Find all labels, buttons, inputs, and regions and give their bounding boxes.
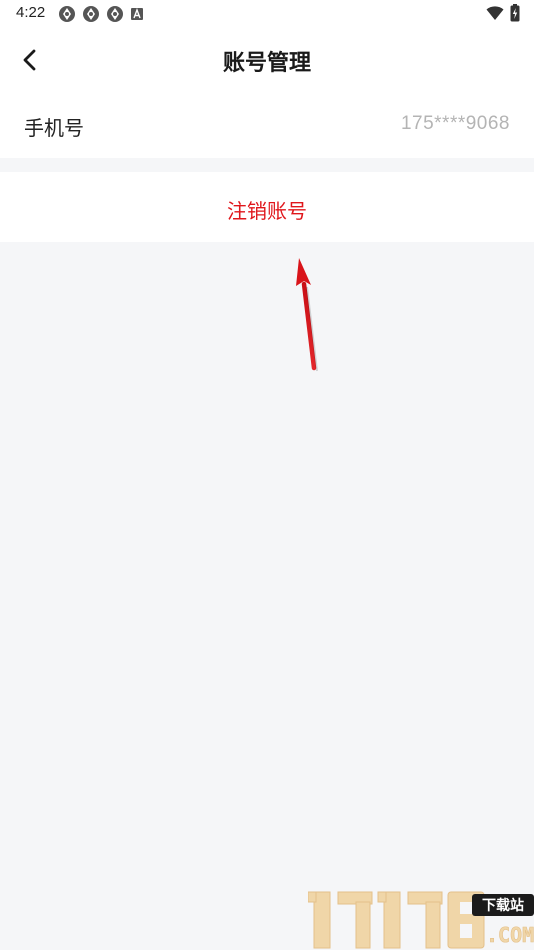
- status-bar: 4:22: [0, 0, 534, 28]
- delete-account-button[interactable]: 注销账号: [0, 172, 534, 242]
- sync-icon: [59, 6, 75, 22]
- app-header: 账号管理: [0, 28, 534, 92]
- watermark-suffix-text: .COM: [486, 923, 534, 947]
- phone-label: 手机号: [24, 116, 84, 140]
- phone-number-row: 手机号 175****9068: [0, 92, 534, 158]
- status-system-icons: [486, 4, 520, 22]
- watermark-badge-text: 下载站: [482, 897, 524, 914]
- status-time: 4:22: [16, 4, 46, 21]
- site-watermark-logo: 下载站 .COM: [308, 891, 534, 949]
- a-box-icon: [131, 8, 143, 20]
- account-management-screen: 4:22 账号管理 手机号 175****9068 注销账号 下载站 .COM: [0, 0, 534, 950]
- wifi-icon: [486, 6, 504, 20]
- phone-value: 175****9068: [400, 113, 510, 134]
- page-title: 账号管理: [222, 51, 311, 76]
- delete-account-label: 注销账号: [227, 199, 307, 223]
- battery-charging-icon: [510, 4, 520, 22]
- status-notification-icons: [58, 5, 144, 23]
- sync-icon: [83, 6, 99, 22]
- annotation-arrow: [296, 258, 318, 372]
- sync-icon: [107, 6, 123, 22]
